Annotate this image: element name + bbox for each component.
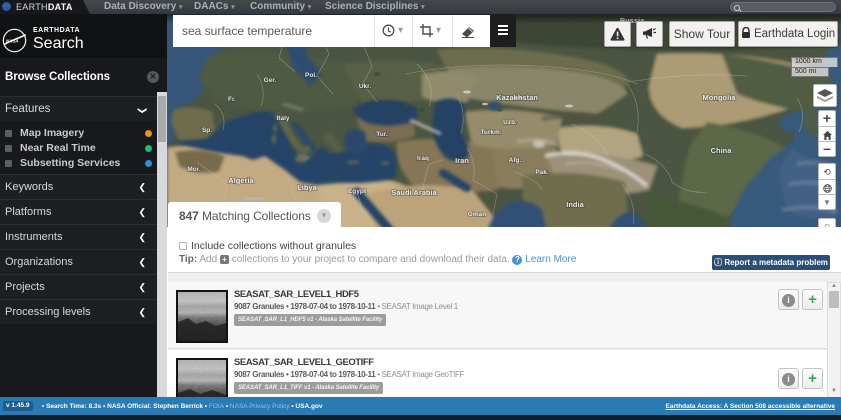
svg-text:NASA: NASA bbox=[6, 39, 19, 44]
